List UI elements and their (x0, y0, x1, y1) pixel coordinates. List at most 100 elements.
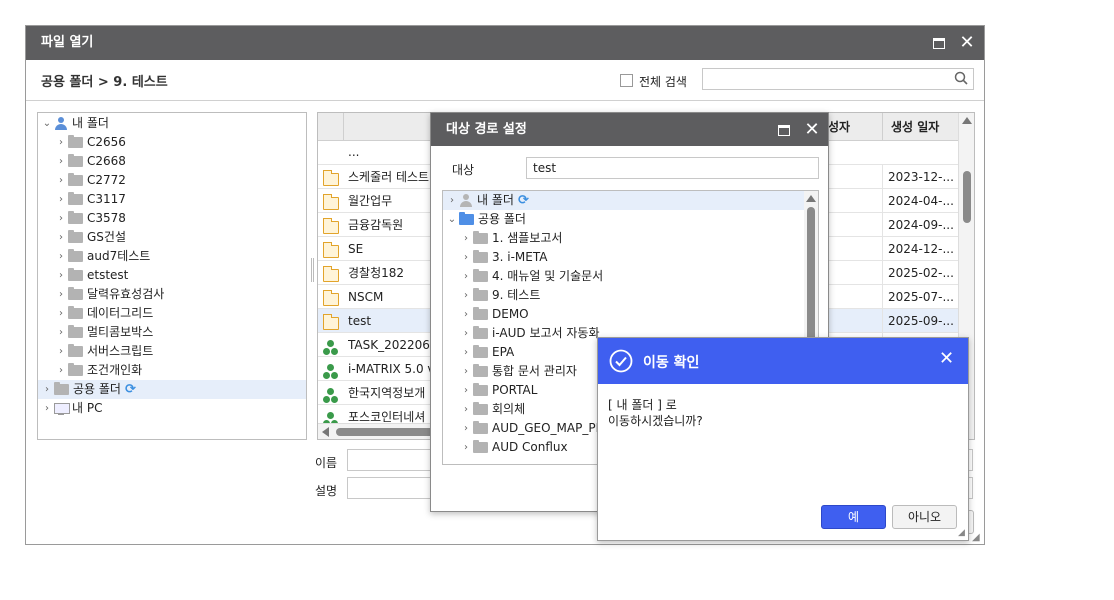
yes-button[interactable]: 예 (821, 505, 886, 529)
no-button[interactable]: 아니오 (892, 505, 957, 529)
chevron-right-icon[interactable]: › (459, 267, 473, 286)
target-tree-item[interactable]: › AUD_GEO_MAP_PRO (459, 419, 613, 438)
scroll-up-icon[interactable] (806, 195, 816, 202)
tree-item[interactable]: › C2772 (54, 171, 126, 190)
chevron-right-icon[interactable]: › (54, 190, 68, 209)
scroll-up-icon[interactable] (962, 117, 972, 124)
full-search-checkbox[interactable] (620, 74, 633, 87)
tree-item[interactable]: › C3578 (54, 209, 126, 228)
scroll-left-icon[interactable] (322, 427, 329, 437)
target-tree-item[interactable]: › DEMO (459, 305, 529, 324)
tree-item[interactable]: › C3117 (54, 190, 126, 209)
target-tree-item[interactable]: › 1. 샘플보고서 (459, 229, 562, 248)
tree-item-my-pc[interactable]: › 내 PC (40, 399, 102, 418)
move-confirm-dialog: 이동 확인 ✕ [ 내 폴더 ] 로 이동하시겠습니까? 예 아니오 ◢ (597, 337, 969, 541)
target-tree-item-shared-folder[interactable]: ⌄ 공용 폴더 (445, 210, 526, 229)
target-tree-item[interactable]: › AUD Conflux (459, 438, 568, 457)
target-titlebar[interactable]: 대상 경로 설정 ✕ (431, 113, 828, 146)
refresh-icon[interactable]: ⟳ (125, 380, 136, 399)
chevron-right-icon[interactable]: › (459, 400, 473, 419)
tree-item[interactable]: › 달력유효성검사 (54, 285, 164, 304)
target-tree-item[interactable]: › 회의체 (459, 400, 525, 419)
chevron-right-icon[interactable]: › (459, 248, 473, 267)
col-header-created[interactable]: 생성 일자 (891, 113, 939, 141)
tree-item-my-folder[interactable]: ⌄ 내 폴더 (40, 114, 109, 133)
close-icon[interactable]: ✕ (958, 34, 976, 52)
chevron-right-icon[interactable]: › (54, 323, 68, 342)
target-tree-item[interactable]: › i-AUD 보고서 자동화 (459, 324, 600, 343)
chevron-right-icon[interactable]: › (459, 343, 473, 362)
resize-grip-icon[interactable]: ◢ (972, 532, 980, 543)
folder-icon (473, 269, 488, 282)
tree-item[interactable]: › 멀티콤보박스 (54, 323, 153, 342)
chevron-right-icon[interactable]: › (40, 399, 54, 418)
tree-item-label: 회의체 (492, 402, 526, 416)
maximize-icon[interactable] (775, 121, 793, 139)
chevron-right-icon[interactable]: › (459, 362, 473, 381)
tree-item[interactable]: › C2668 (54, 152, 126, 171)
target-value-field[interactable]: test (526, 157, 819, 179)
chevron-right-icon[interactable]: › (459, 305, 473, 324)
close-icon[interactable]: ✕ (803, 121, 821, 139)
chevron-right-icon[interactable]: › (54, 342, 68, 361)
tree-item[interactable]: › etstest (54, 266, 128, 285)
tree-item[interactable]: › C2656 (54, 133, 126, 152)
tree-item-shared-folder[interactable]: › 공용 폴더 ⟳ (38, 380, 306, 399)
chevron-right-icon[interactable]: › (459, 229, 473, 248)
chevron-right-icon[interactable]: › (459, 381, 473, 400)
target-tree-item[interactable]: › 3. i-META (459, 248, 547, 267)
scrollbar-thumb[interactable] (807, 207, 815, 347)
confirm-header[interactable]: 이동 확인 ✕ (598, 338, 968, 384)
chevron-down-icon[interactable]: ⌄ (445, 210, 459, 229)
close-icon[interactable]: ✕ (939, 350, 954, 368)
chevron-right-icon[interactable]: › (54, 133, 68, 152)
chevron-right-icon[interactable]: › (54, 304, 68, 323)
chevron-right-icon[interactable]: › (54, 247, 68, 266)
target-tree-item[interactable]: › 9. 테스트 (459, 286, 540, 305)
tree-item[interactable]: › GS건설 (54, 228, 126, 247)
tree-item-label: i-AUD 보고서 자동화 (492, 326, 600, 340)
tree-item-label: 1. 샘플보고서 (492, 231, 563, 245)
target-tree-item[interactable]: › 통합 문서 관리자 (459, 362, 577, 381)
target-tree-item[interactable]: › EPA (459, 343, 514, 362)
tree-item[interactable]: › 서버스크립트 (54, 342, 153, 361)
grid-header-divider (882, 113, 883, 141)
chevron-right-icon[interactable]: › (459, 438, 473, 457)
chevron-right-icon[interactable]: › (54, 285, 68, 304)
report-icon (323, 387, 339, 404)
chevron-down-icon[interactable]: ⌄ (40, 114, 54, 133)
chevron-right-icon[interactable]: › (459, 286, 473, 305)
tree-item[interactable]: › 조건개인화 (54, 361, 142, 380)
chevron-right-icon[interactable]: › (54, 209, 68, 228)
folder-icon (473, 383, 488, 396)
target-tree-item[interactable]: › 4. 매뉴얼 및 기술문서 (459, 267, 603, 286)
chevron-right-icon[interactable]: › (54, 361, 68, 380)
chevron-right-icon[interactable]: › (459, 419, 473, 438)
confirm-message-line2: 이동하시겠습니까? (608, 414, 703, 428)
search-icon[interactable] (954, 71, 968, 85)
chevron-right-icon[interactable]: › (54, 228, 68, 247)
chevron-right-icon[interactable]: › (54, 171, 68, 190)
scrollbar-thumb[interactable] (963, 171, 971, 223)
col-header-creator[interactable]: 성자 (828, 113, 850, 141)
maximize-icon[interactable] (930, 34, 948, 52)
chevron-right-icon[interactable]: › (459, 324, 473, 343)
chevron-right-icon[interactable]: › (445, 191, 459, 210)
target-tree-item-my-folder[interactable]: › 내 폴더 ⟳ (443, 191, 805, 210)
resize-grip-icon[interactable]: ◢ (958, 528, 965, 538)
tree-item-label: GS건설 (87, 230, 126, 244)
refresh-icon[interactable]: ⟳ (518, 191, 529, 210)
tree-item[interactable]: › 데이터그리드 (54, 304, 153, 323)
search-input[interactable] (702, 68, 974, 90)
chevron-right-icon[interactable]: › (54, 266, 68, 285)
tree-item[interactable]: › aud7테스트 (54, 247, 150, 266)
chevron-right-icon[interactable]: › (40, 380, 54, 399)
folder-icon (68, 192, 83, 205)
chevron-right-icon[interactable]: › (54, 152, 68, 171)
tree-item-label: C2656 (87, 135, 126, 149)
main-titlebar[interactable]: 파일 열기 ✕ (26, 26, 984, 60)
report-icon (323, 363, 339, 380)
folder-icon (68, 344, 83, 357)
panel-splitter[interactable] (311, 258, 314, 282)
target-tree-item[interactable]: › PORTAL (459, 381, 537, 400)
